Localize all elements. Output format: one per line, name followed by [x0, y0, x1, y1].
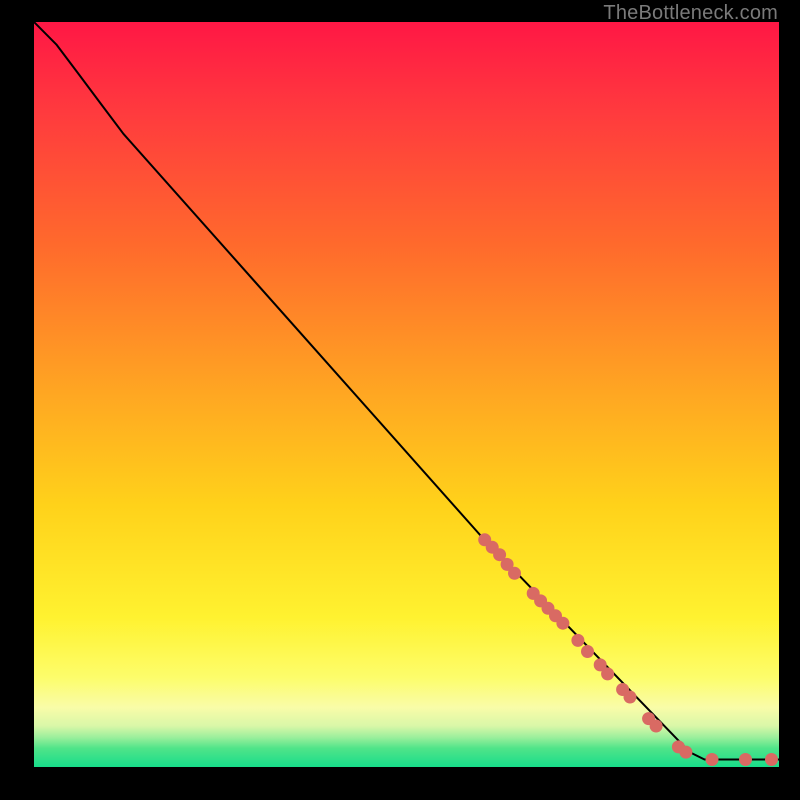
plot-area	[34, 22, 779, 767]
data-marker	[571, 634, 584, 647]
data-marker	[508, 567, 521, 580]
data-marker	[765, 753, 778, 766]
data-marker	[624, 691, 637, 704]
data-marker	[650, 720, 663, 733]
data-marker	[601, 667, 614, 680]
data-marker	[739, 753, 752, 766]
data-marker	[679, 746, 692, 759]
marker-group	[478, 533, 778, 766]
chart-overlay	[34, 22, 779, 767]
data-marker	[706, 753, 719, 766]
data-marker	[556, 617, 569, 630]
chart-frame: TheBottleneck.com	[0, 0, 800, 800]
data-marker	[581, 645, 594, 658]
curve-line	[34, 22, 779, 760]
